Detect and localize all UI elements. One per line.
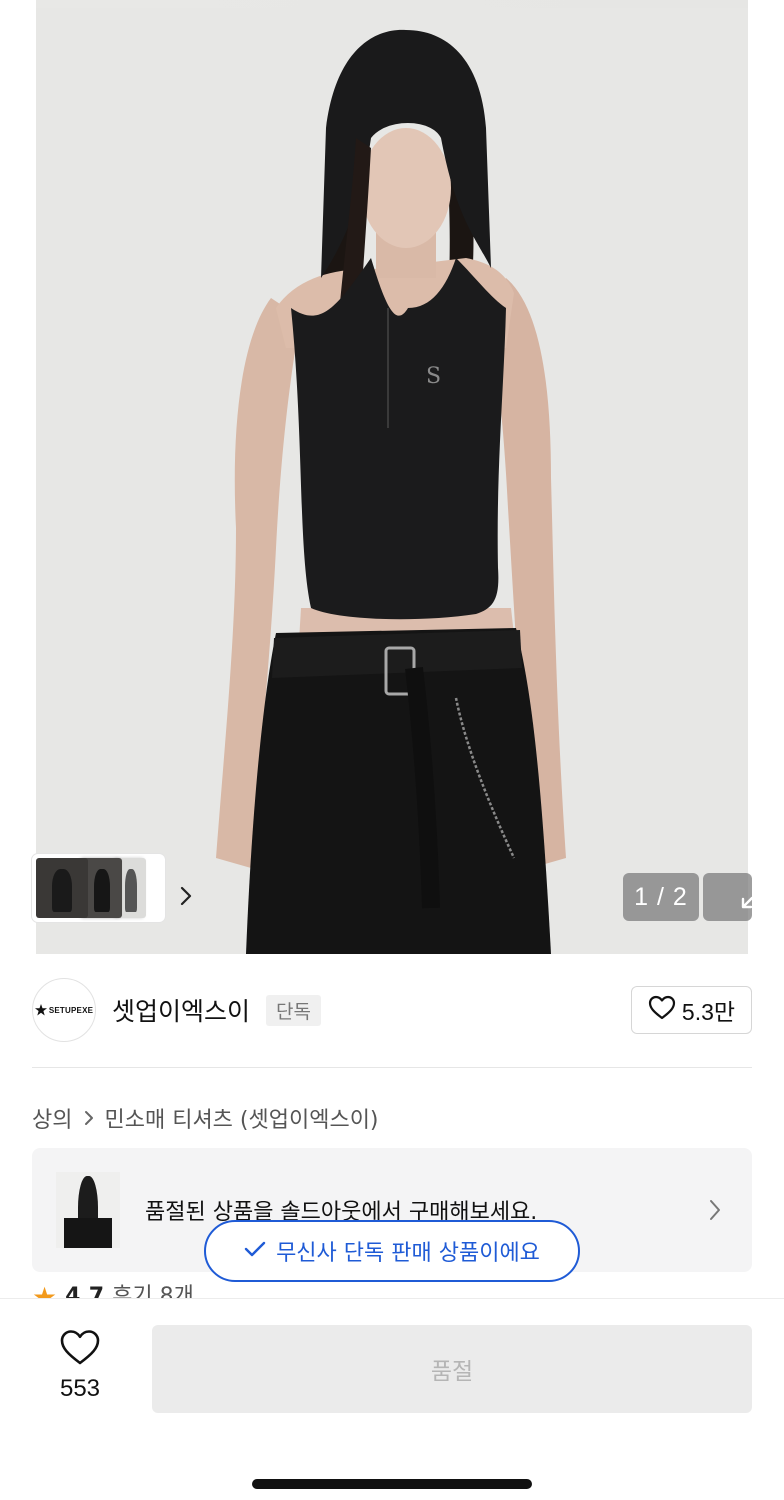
breadcrumb: 상의 민소매 티셔츠 (셋업이엑스이) xyxy=(32,1100,379,1136)
brand-like-button[interactable]: 5.3만 xyxy=(631,986,752,1034)
breadcrumb-category[interactable]: 상의 xyxy=(32,1102,72,1134)
image-pager: 1 / 2 xyxy=(623,873,699,921)
exclusive-badge: 단독 xyxy=(266,995,321,1026)
brand-logo[interactable]: SETUPEXE xyxy=(32,978,96,1042)
thumbnail-1[interactable] xyxy=(36,858,88,918)
brand-row: SETUPEXE 셋업이엑스이 단독 5.3만 xyxy=(32,978,752,1044)
brand-name[interactable]: 셋업이엑스이 xyxy=(112,992,250,1028)
check-icon xyxy=(244,1239,266,1264)
product-photo: S xyxy=(36,8,748,954)
wishlist-count: 553 xyxy=(59,1375,101,1402)
chevron-right-icon xyxy=(708,1198,722,1226)
home-indicator xyxy=(252,1479,532,1489)
breadcrumb-subcategory[interactable]: 민소매 티셔츠 (셋업이엑스이) xyxy=(104,1102,378,1134)
heart-icon xyxy=(59,1330,101,1371)
bottom-action-bar: 553 품절 xyxy=(0,1298,784,1500)
thumbnail-2[interactable] xyxy=(82,858,122,918)
soldout-button[interactable]: 품절 xyxy=(152,1325,752,1413)
exclusive-notice-text: 무신사 단독 판매 상품이에요 xyxy=(276,1241,540,1266)
divider xyxy=(32,1067,752,1068)
wishlist-button[interactable]: 553 xyxy=(40,1329,120,1403)
svg-text:S: S xyxy=(426,364,441,389)
product-image[interactable]: S 1 / 2 xyxy=(0,0,784,954)
brand-like-count: 5.3만 xyxy=(681,999,736,1025)
star-logo-icon xyxy=(34,1004,47,1016)
expand-button[interactable] xyxy=(703,873,767,921)
banner-thumbnail xyxy=(56,1172,120,1248)
chevron-right-icon xyxy=(84,1110,94,1126)
exclusive-notice-toast: 무신사 단독 판매 상품이에요 xyxy=(204,1220,580,1282)
heart-icon xyxy=(648,995,676,1025)
thumbnail-strip[interactable] xyxy=(32,854,192,922)
